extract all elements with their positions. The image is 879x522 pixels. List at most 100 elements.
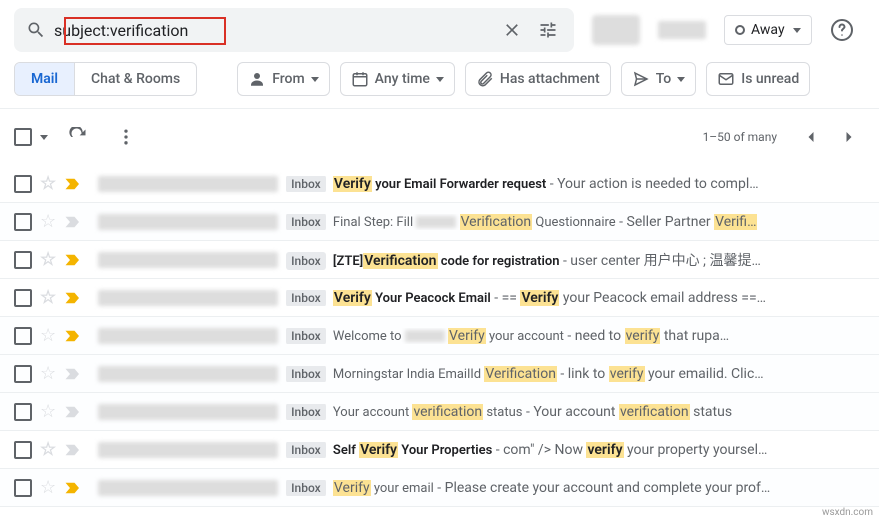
subject-line: Inbox Verify Your Peacock Email - == Ver… — [286, 290, 865, 306]
email-row[interactable]: ☆Inbox [ZTE]Verification code for regist… — [0, 241, 879, 279]
tab-mail[interactable]: Mail — [15, 63, 75, 95]
status-button[interactable]: Away — [724, 15, 812, 45]
chevron-down-icon — [436, 77, 444, 82]
email-list: ☆ Inbox Verify your Email Forwarder reque… — [0, 165, 879, 507]
row-checkbox[interactable] — [14, 327, 32, 345]
star-icon[interactable]: ☆ — [40, 211, 56, 232]
importance-marker[interactable] — [64, 215, 82, 229]
subject-line: Inbox Verify your Email Forwarder reques… — [286, 176, 865, 192]
email-row[interactable]: ☆ Inbox Verify your Email Forwarder reque… — [0, 165, 879, 203]
scope-tabs: Mail Chat & Rooms — [14, 62, 197, 96]
email-row[interactable]: ☆ Inbox Morningstar India EmailId Verific… — [0, 355, 879, 393]
tab-chat-rooms[interactable]: Chat & Rooms — [75, 63, 196, 95]
search-options-button[interactable] — [530, 12, 566, 48]
filter-anytime[interactable]: Any time — [340, 62, 455, 96]
subject-line: Inbox Final Step: Fill Verification Ques… — [286, 214, 865, 230]
filter-from[interactable]: From — [237, 62, 329, 96]
importance-marker[interactable] — [64, 253, 82, 267]
select-dropdown[interactable] — [40, 135, 48, 140]
star-icon[interactable]: ☆ — [40, 477, 56, 498]
star-icon[interactable]: ☆ — [40, 439, 56, 460]
clear-search-button[interactable] — [494, 12, 530, 48]
sender-name — [98, 404, 278, 420]
inbox-label: Inbox — [286, 176, 326, 192]
importance-marker[interactable] — [64, 291, 82, 305]
row-checkbox[interactable] — [14, 251, 32, 269]
more-vert-icon — [116, 127, 136, 147]
star-icon[interactable]: ☆ — [40, 401, 56, 422]
filter-to[interactable]: To — [621, 62, 697, 96]
email-row[interactable]: ☆ Inbox Final Step: Fill Verification Que… — [0, 203, 879, 241]
chevron-down-icon — [311, 77, 319, 82]
sender-name — [98, 252, 278, 268]
row-checkbox[interactable] — [14, 289, 32, 307]
mail-icon — [717, 70, 735, 88]
select-all-checkbox[interactable] — [14, 128, 32, 146]
account-name — [658, 21, 706, 39]
star-icon[interactable]: ☆ — [40, 249, 56, 270]
person-icon — [248, 70, 266, 88]
sender-name — [98, 176, 278, 192]
status-label: Away — [751, 22, 785, 38]
subject-line: Inbox Self Verify Your Properties - com"… — [286, 442, 865, 458]
search-bar[interactable] — [14, 8, 574, 52]
prev-page-button[interactable] — [795, 121, 827, 153]
importance-marker[interactable] — [64, 443, 82, 457]
status-away-icon — [735, 25, 745, 35]
close-icon — [502, 20, 522, 40]
refresh-icon — [68, 127, 88, 147]
more-button[interactable] — [108, 119, 144, 155]
search-icon — [26, 20, 46, 40]
star-icon[interactable]: ☆ — [40, 287, 56, 308]
sender-name — [98, 214, 278, 230]
inbox-label: Inbox — [286, 290, 326, 306]
email-row[interactable]: ☆ Inbox Verify Your Peacock Email - == Ve… — [0, 279, 879, 317]
inbox-label: Inbox — [286, 480, 326, 496]
help-icon — [830, 18, 854, 42]
subject-line: Inbox Your account verification status -… — [286, 404, 865, 420]
refresh-button[interactable] — [60, 119, 96, 155]
inbox-label: Inbox — [286, 328, 326, 344]
filter-unread[interactable]: Is unread — [706, 62, 810, 96]
search-input[interactable] — [54, 21, 494, 40]
importance-marker[interactable] — [64, 329, 82, 343]
row-checkbox[interactable] — [14, 403, 32, 421]
sender-name — [98, 442, 278, 458]
importance-marker[interactable] — [64, 405, 82, 419]
chevron-down-icon — [793, 28, 801, 33]
star-icon[interactable]: ☆ — [40, 173, 56, 194]
email-row[interactable]: ☆Inbox Verify your email - Please create… — [0, 469, 879, 507]
next-page-button[interactable] — [833, 121, 865, 153]
importance-marker[interactable] — [64, 481, 82, 495]
importance-marker[interactable] — [64, 177, 82, 191]
sender-name — [98, 328, 278, 344]
subject-line: Inbox Welcome to Verify your account - n… — [286, 328, 865, 344]
star-icon[interactable]: ☆ — [40, 363, 56, 384]
inbox-label: Inbox — [286, 442, 326, 458]
row-checkbox[interactable] — [14, 213, 32, 231]
chevron-right-icon — [839, 127, 859, 147]
subject-line: Inbox Morningstar India EmailId Verifica… — [286, 366, 865, 382]
row-checkbox[interactable] — [14, 441, 32, 459]
inbox-label: Inbox — [286, 366, 326, 382]
avatar — [592, 15, 640, 45]
sender-name — [98, 480, 278, 496]
importance-marker[interactable] — [64, 367, 82, 381]
sender-name — [98, 366, 278, 382]
star-icon[interactable]: ☆ — [40, 325, 56, 346]
inbox-label: Inbox — [286, 404, 326, 420]
calendar-icon — [351, 70, 369, 88]
filter-attachment[interactable]: Has attachment — [465, 62, 611, 96]
row-checkbox[interactable] — [14, 365, 32, 383]
row-checkbox[interactable] — [14, 175, 32, 193]
chevron-left-icon — [801, 127, 821, 147]
help-button[interactable] — [830, 18, 854, 42]
inbox-label: Inbox — [286, 252, 326, 270]
sender-name — [98, 290, 278, 306]
email-row[interactable]: ☆ Inbox Your account verification status … — [0, 393, 879, 431]
attachment-icon — [476, 70, 494, 88]
row-checkbox[interactable] — [14, 479, 32, 497]
email-row[interactable]: ☆ Inbox Self Verify Your Properties - com… — [0, 431, 879, 469]
email-row[interactable]: ☆ Inbox Welcome to Verify your account - … — [0, 317, 879, 355]
tune-icon — [538, 20, 558, 40]
